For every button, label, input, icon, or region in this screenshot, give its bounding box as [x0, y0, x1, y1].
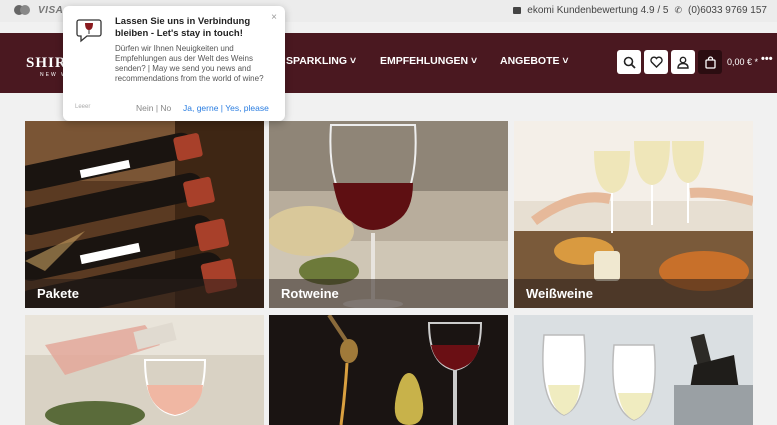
popup-body: Dürfen wir Ihnen Neuigkeiten und Empfehl… [115, 44, 264, 83]
category-tile-dessert[interactable] [269, 315, 508, 425]
popup-brand: Leeer [75, 104, 91, 110]
top-bar-info: ekomi Kundenbewertung 4.9 / 5 ✆ (0)6033 … [513, 5, 767, 16]
wishlist-button[interactable] [644, 50, 668, 74]
wine-glass-chat-icon [76, 19, 102, 43]
close-icon[interactable]: × [271, 12, 277, 23]
chevron-down-icon: ˅ [347, 55, 357, 67]
search-button[interactable] [617, 50, 641, 74]
popup-title: Lassen Sie uns in Verbindung bleiben - L… [115, 16, 251, 39]
search-icon [623, 56, 636, 69]
nav-label: EMPFEHLUNGEN [380, 55, 469, 67]
category-label: Pakete [25, 279, 264, 308]
visa-logo: VISA [38, 5, 64, 16]
ekomi-icon [513, 7, 522, 14]
more-menu-icon[interactable]: ••• [761, 53, 773, 65]
rating-label[interactable]: ekomi Kundenbewertung 4.9 / 5 [527, 5, 668, 16]
account-button[interactable] [671, 50, 695, 74]
chevron-down-icon: ˅ [468, 55, 478, 67]
phone-icon: ✆ [674, 5, 683, 15]
user-icon [677, 56, 689, 69]
nav-label: ANGEBOTE [500, 55, 560, 67]
nav-item-angebote[interactable]: ANGEBOTE ˅ [500, 55, 569, 67]
mastercard-icon [14, 5, 30, 16]
newsletter-popup: Lassen Sie uns in Verbindung bleiben - L… [63, 6, 285, 121]
logo[interactable]: SHIR [26, 55, 67, 72]
accept-button[interactable]: Ja, gerne | Yes, please [183, 103, 269, 113]
bag-icon [704, 55, 716, 69]
cart-total[interactable]: 0,00 € * [727, 57, 758, 67]
category-label: Rotweine [269, 279, 508, 308]
category-tile-sparkling[interactable] [514, 315, 753, 425]
nav-item-empfehlungen[interactable]: EMPFEHLUNGEN ˅ [380, 55, 477, 67]
payment-methods: VISA [14, 5, 63, 16]
rose-wine-image [25, 315, 264, 425]
heart-icon [649, 56, 663, 68]
phone-number[interactable]: (0)6033 9769 157 [688, 5, 767, 16]
chevron-down-icon: ˅ [559, 55, 569, 67]
dessert-wine-image [269, 315, 508, 425]
nav-item-sparkling[interactable]: SPARKLING ˅ [286, 55, 356, 67]
category-tile-rotweine[interactable]: Rotweine [269, 121, 508, 308]
decline-button[interactable]: Nein | No [136, 103, 171, 113]
cart-button[interactable] [698, 50, 722, 74]
category-label: Weißweine [514, 279, 753, 308]
category-tile-pakete[interactable]: Pakete [25, 121, 264, 308]
sparkling-wine-image [514, 315, 753, 425]
category-tile-rose[interactable] [25, 315, 264, 425]
nav-label: SPARKLING [286, 55, 348, 67]
category-tile-weissweine[interactable]: Weißweine [514, 121, 753, 308]
